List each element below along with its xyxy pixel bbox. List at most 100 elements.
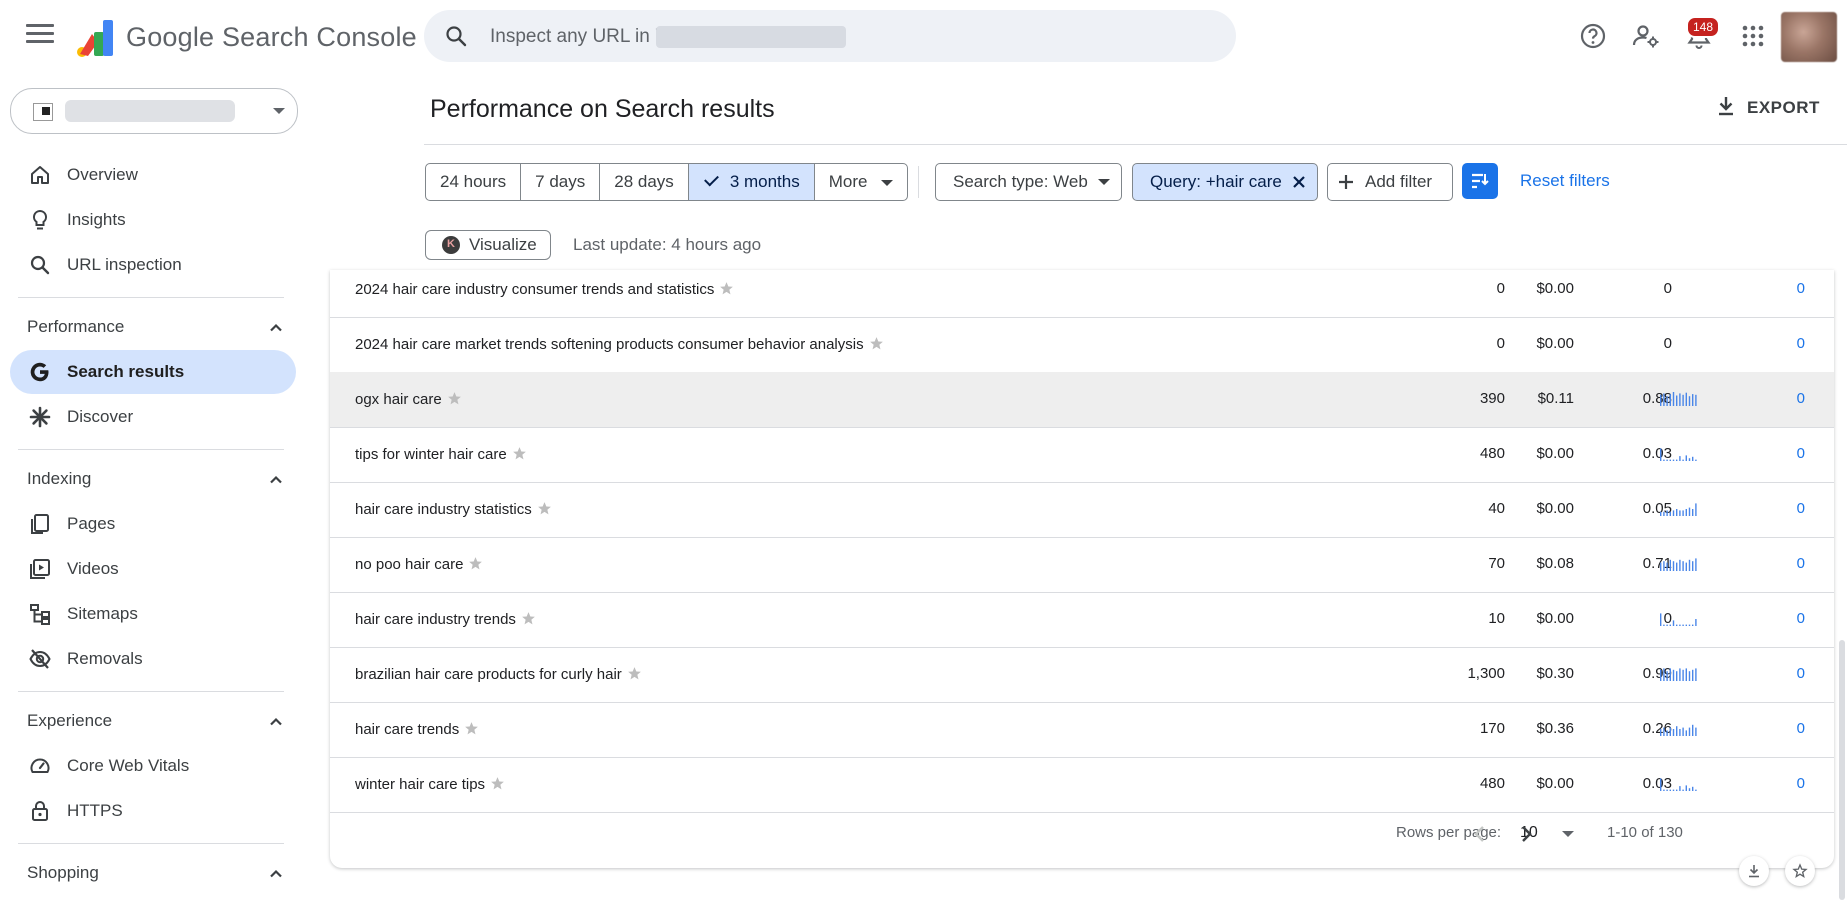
sparkline-bar bbox=[1685, 785, 1687, 791]
sidebar-item-insights[interactable]: Insights bbox=[10, 198, 296, 242]
app-brand: Google Search Console bbox=[126, 22, 417, 52]
table-row[interactable]: 2024 hair care market trends softening p… bbox=[330, 317, 1834, 373]
manage-users-icon[interactable] bbox=[1628, 18, 1664, 54]
sparkline-bar bbox=[1676, 789, 1678, 791]
sparkline-bar bbox=[1688, 458, 1691, 461]
query-filter-chip[interactable]: Query: +hair care bbox=[1132, 163, 1318, 201]
home-icon bbox=[31, 166, 49, 184]
sparkline-bar bbox=[1695, 503, 1697, 516]
section-experience[interactable]: Experience bbox=[0, 701, 296, 741]
sidebar-item-sitemaps[interactable]: Sitemaps bbox=[10, 592, 296, 636]
account-avatar[interactable] bbox=[1781, 12, 1837, 62]
sidebar-item-removals[interactable]: Removals bbox=[10, 637, 296, 681]
sparkline-bar bbox=[1672, 510, 1675, 516]
sidebar-item-videos[interactable]: Videos bbox=[10, 547, 296, 591]
star-icon[interactable] bbox=[467, 555, 484, 572]
filter-settings-button[interactable] bbox=[1462, 163, 1498, 199]
sidebar-item-core-web-vitals[interactable]: Core Web Vitals bbox=[10, 744, 296, 788]
star-icon[interactable] bbox=[446, 390, 463, 407]
section-shopping[interactable]: Shopping bbox=[0, 853, 296, 893]
date-range-24-hours[interactable]: 24 hours bbox=[426, 164, 522, 200]
table-row[interactable]: hair care industry trends 10 $0.00 0 0 bbox=[330, 592, 1834, 648]
reset-filters-link[interactable]: Reset filters bbox=[1520, 171, 1610, 191]
star-icon[interactable] bbox=[520, 610, 537, 627]
property-selector[interactable] bbox=[10, 88, 298, 134]
query-text: no poo hair care bbox=[355, 556, 464, 573]
search-type-filter[interactable]: Search type: Web bbox=[935, 163, 1122, 201]
cell-link[interactable]: 0 bbox=[1760, 500, 1805, 517]
sparkline-bar bbox=[1666, 789, 1668, 791]
sidebar-item-search-results[interactable]: Search results bbox=[10, 350, 296, 394]
help-icon[interactable] bbox=[1575, 18, 1611, 54]
table-row[interactable]: 2024 hair care industry consumer trends … bbox=[330, 270, 1834, 318]
date-range-more[interactable]: More bbox=[815, 164, 908, 200]
previous-page-button[interactable] bbox=[1462, 816, 1498, 852]
cell-link[interactable]: 0 bbox=[1760, 390, 1805, 407]
sparkline-bar bbox=[1660, 669, 1662, 681]
sparkline-bar bbox=[1682, 459, 1684, 461]
sparkline-bar bbox=[1669, 394, 1671, 406]
star-icon[interactable] bbox=[868, 335, 885, 352]
table-row[interactable]: no poo hair care 70 $0.08 0.71 0 bbox=[330, 537, 1834, 593]
sparkline-bar bbox=[1676, 562, 1678, 571]
sparkline-bar bbox=[1685, 624, 1687, 626]
add-filter-button[interactable]: Add filter bbox=[1327, 163, 1453, 201]
next-page-button[interactable] bbox=[1508, 816, 1544, 852]
date-range-28-days[interactable]: 28 days bbox=[600, 164, 689, 200]
sidebar-item-overview[interactable]: Overview bbox=[10, 153, 296, 197]
sparkline-bar bbox=[1669, 511, 1671, 516]
star-icon[interactable] bbox=[626, 665, 643, 682]
main-menu-icon[interactable] bbox=[26, 24, 54, 48]
cell-link[interactable]: 0 bbox=[1760, 335, 1805, 352]
sparkline-bar bbox=[1692, 561, 1694, 571]
cell-link[interactable]: 0 bbox=[1760, 445, 1805, 462]
section-indexing[interactable]: Indexing bbox=[0, 459, 296, 499]
apps-grid-icon[interactable] bbox=[1735, 18, 1771, 54]
sparkline-bar bbox=[1672, 561, 1675, 571]
cell-link[interactable]: 0 bbox=[1760, 720, 1805, 737]
visualize-button[interactable]: Visualize bbox=[425, 230, 551, 260]
cell-1: 70 bbox=[1488, 555, 1505, 572]
lock-icon bbox=[32, 801, 48, 821]
download-shortcut-button[interactable] bbox=[1739, 856, 1769, 886]
sidebar-item-discover[interactable]: Discover bbox=[10, 395, 296, 439]
sidebar-item-pages[interactable]: Pages bbox=[10, 502, 296, 546]
table-row[interactable]: ogx hair care 390 $0.11 0.88 0 bbox=[330, 372, 1834, 428]
sparkline-bar bbox=[1688, 671, 1691, 681]
search-type-label: Search type: Web bbox=[953, 172, 1088, 191]
filter-list-icon bbox=[1472, 173, 1489, 189]
favorite-shortcut-button[interactable] bbox=[1785, 856, 1815, 886]
inspect-url-search[interactable] bbox=[424, 10, 1236, 62]
close-icon[interactable] bbox=[1290, 173, 1308, 191]
section-performance[interactable]: Performance bbox=[0, 307, 296, 347]
cell-link[interactable]: 0 bbox=[1760, 555, 1805, 572]
cell-link[interactable]: 0 bbox=[1760, 775, 1805, 792]
pages-icon bbox=[31, 514, 49, 534]
sparkline-bar bbox=[1669, 789, 1671, 791]
cell-link[interactable]: 0 bbox=[1760, 610, 1805, 627]
sparkline-bar bbox=[1672, 392, 1675, 406]
sparkline-bar bbox=[1695, 394, 1697, 406]
star-icon[interactable] bbox=[511, 445, 528, 462]
cell-link[interactable]: 0 bbox=[1760, 665, 1805, 682]
sparkline-bar bbox=[1679, 668, 1681, 681]
star-icon[interactable] bbox=[489, 775, 506, 792]
star-icon[interactable] bbox=[718, 280, 735, 297]
table-row[interactable]: hair care trends 170 $0.36 0.26 0 bbox=[330, 702, 1834, 758]
sparkline-bar bbox=[1685, 668, 1687, 681]
cell-2: $0.00 bbox=[1536, 500, 1574, 517]
star-icon[interactable] bbox=[536, 500, 553, 517]
cell-link[interactable]: 0 bbox=[1760, 280, 1805, 297]
date-range-3-months[interactable]: 3 months bbox=[688, 164, 815, 200]
sparkline-bar bbox=[1692, 509, 1694, 516]
sidebar-item-url-inspection[interactable]: URL inspection bbox=[10, 243, 296, 287]
star-icon[interactable] bbox=[463, 720, 480, 737]
page-scrollbar[interactable] bbox=[1839, 640, 1845, 900]
date-range-7-days[interactable]: 7 days bbox=[521, 164, 601, 200]
table-row[interactable]: tips for winter hair care 480 $0.00 0.03… bbox=[330, 427, 1834, 483]
sparkline-bar bbox=[1679, 456, 1681, 461]
table-row[interactable]: hair care industry statistics 40 $0.00 0… bbox=[330, 482, 1834, 538]
table-row[interactable]: brazilian hair care products for curly h… bbox=[330, 647, 1834, 703]
sparkline-bar bbox=[1660, 448, 1662, 461]
sidebar-item-https[interactable]: HTTPS bbox=[10, 789, 296, 833]
